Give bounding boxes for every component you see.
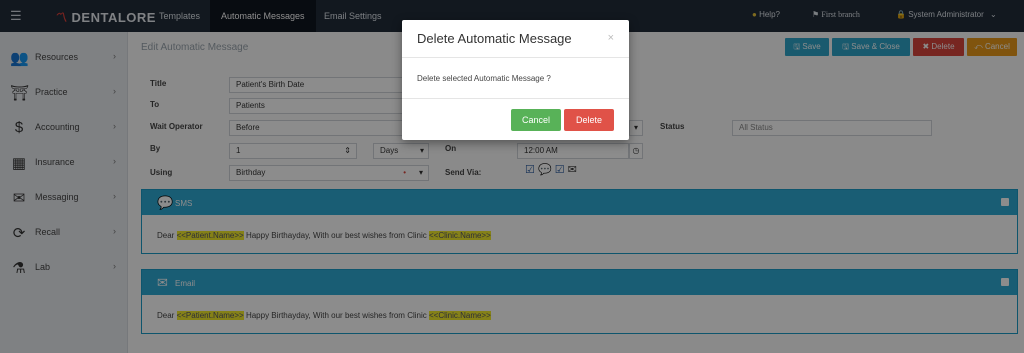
divider: [402, 57, 629, 58]
divider: [402, 98, 629, 99]
delete-confirm-modal: Delete Automatic Message × Delete select…: [402, 20, 629, 140]
close-icon[interactable]: ×: [608, 32, 614, 44]
modal-message: Delete selected Automatic Message ?: [417, 74, 551, 83]
modal-cancel-button[interactable]: Cancel: [511, 109, 561, 131]
modal-delete-button[interactable]: Delete: [564, 109, 614, 131]
modal-title: Delete Automatic Message: [417, 31, 572, 46]
